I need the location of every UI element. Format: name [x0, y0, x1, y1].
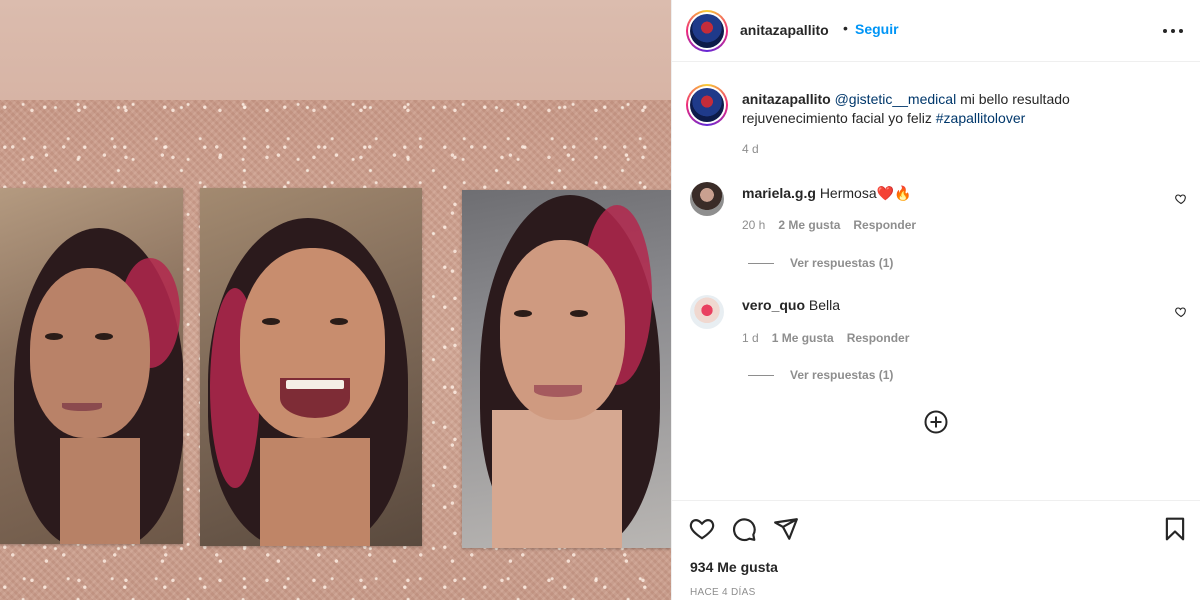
comment-age: 20 h	[742, 218, 766, 232]
reply-button[interactable]: Responder	[853, 218, 916, 232]
comment-age: 1 d	[742, 331, 759, 345]
post-actions: 934 Me gusta HACE 4 DÍAS	[672, 500, 1200, 600]
caption: anitazapallito @gistetic__medical mi bel…	[742, 90, 1142, 128]
comment-avatar[interactable]	[690, 182, 724, 216]
after-photo	[462, 190, 671, 548]
comment-avatar[interactable]	[690, 295, 724, 329]
post-date: HACE 4 DÍAS	[690, 587, 756, 598]
comment-meta: 20 h 2 Me gusta Responder	[742, 218, 916, 232]
view-replies-button[interactable]: Ver respuestas (1)	[748, 368, 893, 382]
author-username[interactable]: anitazapallito	[740, 22, 829, 38]
caption-avatar[interactable]	[686, 84, 728, 126]
comment-text: Bella	[808, 297, 841, 313]
caption-username[interactable]: anitazapallito	[742, 91, 831, 107]
share-icon[interactable]	[773, 516, 799, 542]
post-side-panel: anitazapallito • Seguir anitazapallito @…	[671, 0, 1200, 600]
image-top-band	[0, 0, 671, 100]
comment-icon[interactable]	[731, 516, 757, 542]
load-more-comments-icon[interactable]	[924, 410, 948, 434]
before-photo-2	[200, 188, 422, 546]
save-bookmark-icon[interactable]	[1162, 516, 1188, 542]
view-replies-label: Ver respuestas (1)	[790, 256, 894, 270]
post-header: anitazapallito • Seguir	[672, 0, 1200, 62]
view-replies-label: Ver respuestas (1)	[790, 368, 894, 382]
comment-like-icon[interactable]	[1175, 306, 1187, 318]
view-replies-button[interactable]: Ver respuestas (1)	[748, 256, 893, 270]
comment-username[interactable]: vero_quo	[742, 297, 805, 313]
like-icon[interactable]	[689, 516, 715, 542]
comment-text: Hermosa❤️🔥	[819, 185, 912, 201]
separator-dot: •	[843, 20, 848, 36]
follow-button[interactable]: Seguir	[855, 21, 899, 37]
caption-hashtag[interactable]: #zapallitolover	[936, 110, 1026, 126]
comment-likes[interactable]: 1 Me gusta	[772, 331, 834, 345]
comments-section: anitazapallito @gistetic__medical mi bel…	[672, 62, 1200, 500]
reply-button[interactable]: Responder	[847, 331, 910, 345]
comment: vero_quo Bella	[742, 297, 840, 313]
comment-like-icon[interactable]	[1175, 193, 1187, 205]
caption-mention[interactable]: @gistetic__medical	[835, 91, 957, 107]
comment-likes[interactable]: 2 Me gusta	[778, 218, 840, 232]
post-image[interactable]	[0, 0, 671, 600]
likes-count[interactable]: 934 Me gusta	[690, 559, 778, 575]
comment-meta: 1 d 1 Me gusta Responder	[742, 331, 909, 345]
caption-age: 4 d	[742, 142, 759, 156]
before-photo-1	[0, 188, 183, 544]
more-options-icon[interactable]	[1163, 24, 1185, 38]
author-avatar[interactable]	[686, 10, 728, 52]
comment-username[interactable]: mariela.g.g	[742, 185, 816, 201]
comment: mariela.g.g Hermosa❤️🔥	[742, 185, 911, 202]
